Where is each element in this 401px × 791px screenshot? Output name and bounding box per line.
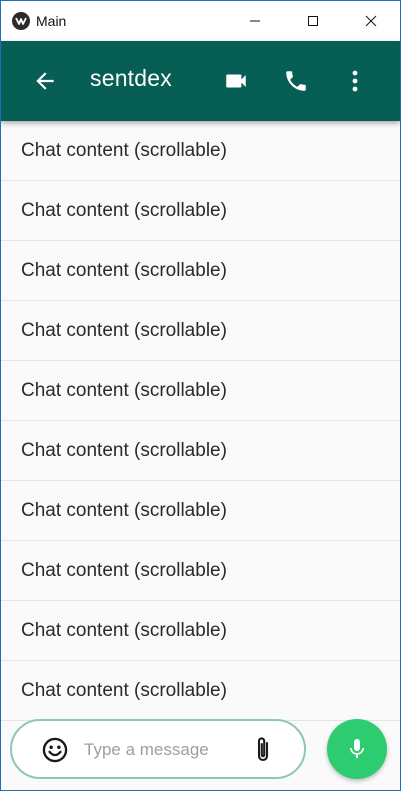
window-controls xyxy=(226,1,400,41)
videocam-icon[interactable] xyxy=(223,68,249,94)
chat-list-item[interactable]: Chat content (scrollable) xyxy=(1,661,400,721)
minimize-icon xyxy=(250,20,260,22)
mic-button[interactable] xyxy=(327,719,387,779)
title-bar[interactable]: Main xyxy=(1,1,400,41)
close-icon xyxy=(365,15,377,27)
chat-list-item[interactable]: Chat content (scrollable) xyxy=(1,481,400,541)
chat-list-item[interactable]: Chat content (scrollable) xyxy=(1,241,400,301)
chat-content-list[interactable]: Chat content (scrollable) Chat content (s… xyxy=(1,121,400,731)
maximize-button[interactable] xyxy=(284,1,342,41)
chat-list-item[interactable]: Chat content (scrollable) xyxy=(1,361,400,421)
chat-list-item[interactable]: Chat content (scrollable) xyxy=(1,601,400,661)
maximize-icon xyxy=(308,16,318,26)
attach-icon[interactable] xyxy=(252,735,274,765)
more-vert-icon[interactable] xyxy=(345,68,365,94)
message-input[interactable] xyxy=(84,734,244,766)
app-logo-icon xyxy=(12,12,30,30)
minimize-button[interactable] xyxy=(226,1,284,41)
close-button[interactable] xyxy=(342,1,400,41)
phone-icon[interactable] xyxy=(283,68,309,94)
mic-icon xyxy=(350,739,364,758)
chat-list-item[interactable]: Chat content (scrollable) xyxy=(1,421,400,481)
window-title: Main xyxy=(36,13,67,29)
chat-list-item[interactable]: Chat content (scrollable) xyxy=(1,181,400,241)
chat-header: sentdex xyxy=(1,41,400,121)
app-window: Main sentdex Chat content (scrollable) C… xyxy=(0,0,401,791)
chat-list-item[interactable]: Chat content (scrollable) xyxy=(1,541,400,601)
chat-list-item[interactable]: Chat content (scrollable) xyxy=(1,121,400,181)
emoji-icon[interactable] xyxy=(41,736,69,764)
message-composer xyxy=(10,719,306,779)
chat-list-item[interactable]: Chat content (scrollable) xyxy=(1,301,400,361)
contact-name[interactable]: sentdex xyxy=(90,65,172,92)
back-arrow-icon[interactable] xyxy=(32,68,58,94)
